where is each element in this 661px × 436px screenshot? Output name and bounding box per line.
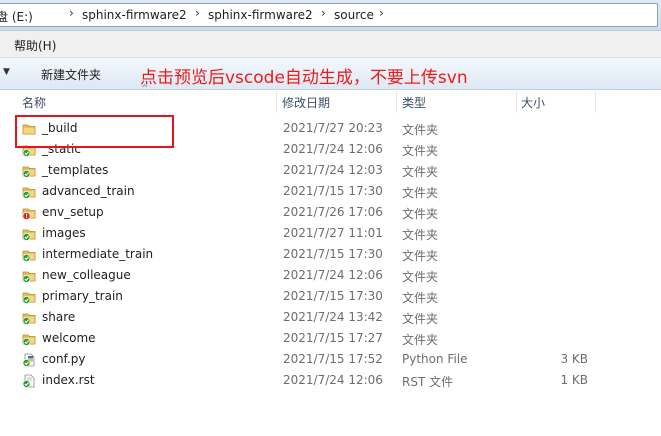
file-name[interactable]: advanced_train xyxy=(42,184,135,198)
svn-ok-folder-icon xyxy=(22,248,36,262)
file-row[interactable]: _templates 2021/7/24 12:03 文件夹 xyxy=(0,161,661,182)
column-divider[interactable] xyxy=(396,91,397,113)
column-divider[interactable] xyxy=(276,91,277,113)
file-name[interactable]: intermediate_train xyxy=(42,247,153,261)
file-modified-date: 2021/7/24 12:06 xyxy=(283,373,383,387)
svn-ok-file-icon xyxy=(22,374,36,388)
file-type: 文件夹 xyxy=(402,123,439,137)
file-row[interactable]: conf.py 2021/7/15 17:52 Python File 3 KB xyxy=(0,350,661,371)
svn-ok-folder-icon xyxy=(22,332,36,346)
file-type: 文件夹 xyxy=(402,249,439,263)
file-name[interactable]: conf.py xyxy=(42,352,85,366)
new-folder-button[interactable]: 新建文件夹 xyxy=(41,66,101,83)
file-modified-date: 2021/7/15 17:27 xyxy=(283,331,383,345)
column-divider[interactable] xyxy=(595,91,596,113)
file-name[interactable]: index.rst xyxy=(42,373,95,387)
column-header-date[interactable]: 修改日期 xyxy=(282,94,330,112)
svn-modified-folder-icon xyxy=(22,206,36,220)
highlight-annotation-box xyxy=(15,115,174,148)
svn-ok-folder-icon xyxy=(22,227,36,241)
breadcrumb-drive[interactable]: 盘 (E:) xyxy=(0,8,33,25)
file-name[interactable]: env_setup xyxy=(42,205,104,219)
file-row[interactable]: advanced_train 2021/7/15 17:30 文件夹 xyxy=(0,182,661,203)
file-modified-date: 2021/7/15 17:52 xyxy=(283,352,383,366)
file-type: Python File xyxy=(402,352,468,366)
file-name[interactable]: share xyxy=(42,310,75,324)
svn-ok-folder-icon xyxy=(22,164,36,178)
breadcrumb-folder-2[interactable]: sphinx-firmware2 xyxy=(208,8,313,22)
address-box[interactable]: 盘 (E:) › sphinx-firmware2 › sphinx-firmw… xyxy=(0,3,658,27)
file-type: 文件夹 xyxy=(402,333,439,347)
column-header-type[interactable]: 类型 xyxy=(402,94,426,112)
file-row[interactable]: env_setup 2021/7/26 17:06 文件夹 xyxy=(0,203,661,224)
breadcrumb-separator-icon[interactable]: › xyxy=(69,6,74,20)
file-row[interactable]: share 2021/7/24 13:42 文件夹 xyxy=(0,308,661,329)
file-modified-date: 2021/7/15 17:30 xyxy=(283,184,383,198)
file-type: 文件夹 xyxy=(402,312,439,326)
address-bar: 盘 (E:) › sphinx-firmware2 › sphinx-firmw… xyxy=(0,0,661,31)
column-header-size[interactable]: 大小 xyxy=(521,94,545,112)
breadcrumb-separator-icon[interactable]: › xyxy=(321,6,326,20)
svn-ok-folder-icon xyxy=(22,185,36,199)
file-modified-date: 2021/7/26 17:06 xyxy=(283,205,383,219)
svn-ok-folder-icon xyxy=(22,269,36,283)
file-size: 1 KB xyxy=(560,373,588,387)
svn-ok-folder-icon xyxy=(22,290,36,304)
file-row[interactable]: images 2021/7/27 11:01 文件夹 xyxy=(0,224,661,245)
file-row[interactable]: intermediate_train 2021/7/15 17:30 文件夹 xyxy=(0,245,661,266)
file-type: 文件夹 xyxy=(402,165,439,179)
file-name[interactable]: primary_train xyxy=(42,289,123,303)
file-type: 文件夹 xyxy=(402,270,439,284)
breadcrumb-folder-source[interactable]: source xyxy=(334,8,374,22)
toolbar-dropdown-arrow-icon[interactable]: ▼ xyxy=(3,67,10,77)
file-modified-date: 2021/7/27 20:23 xyxy=(283,121,383,135)
annotation-text: 点击预览后vscode自动生成，不要上传svn xyxy=(140,68,468,88)
file-row[interactable]: primary_train 2021/7/15 17:30 文件夹 xyxy=(0,287,661,308)
file-row[interactable]: welcome 2021/7/15 17:27 文件夹 xyxy=(0,329,661,350)
column-divider[interactable] xyxy=(516,91,517,113)
file-modified-date: 2021/7/15 17:30 xyxy=(283,247,383,261)
file-name[interactable]: _templates xyxy=(42,163,108,177)
breadcrumb-separator-icon[interactable]: › xyxy=(379,6,384,20)
file-name[interactable]: welcome xyxy=(42,331,96,345)
file-name[interactable]: new_colleague xyxy=(42,268,131,282)
file-row[interactable]: index.rst 2021/7/24 12:06 RST 文件 1 KB xyxy=(0,371,661,392)
menu-help[interactable]: 帮助(H) xyxy=(14,37,56,54)
file-type: 文件夹 xyxy=(402,207,439,221)
svn-ok-folder-icon xyxy=(22,311,36,325)
file-modified-date: 2021/7/24 12:06 xyxy=(283,268,383,282)
file-modified-date: 2021/7/24 12:06 xyxy=(283,142,383,156)
file-type: 文件夹 xyxy=(402,186,439,200)
svn-ok-python-file-icon xyxy=(22,353,36,367)
menu-bar: 帮助(H) xyxy=(0,31,661,58)
file-size: 3 KB xyxy=(560,352,588,366)
sort-ascending-icon: ^ xyxy=(141,84,149,94)
file-modified-date: 2021/7/15 17:30 xyxy=(283,289,383,303)
file-name[interactable]: images xyxy=(42,226,86,240)
column-header-name[interactable]: 名称 xyxy=(22,94,46,112)
file-type: 文件夹 xyxy=(402,144,439,158)
file-modified-date: 2021/7/24 12:03 xyxy=(283,163,383,177)
file-type: RST 文件 xyxy=(402,375,454,389)
file-type: 文件夹 xyxy=(402,291,439,305)
breadcrumb-folder-1[interactable]: sphinx-firmware2 xyxy=(82,8,187,22)
file-row[interactable]: new_colleague 2021/7/24 12:06 文件夹 xyxy=(0,266,661,287)
breadcrumb-separator-icon[interactable]: › xyxy=(195,6,200,20)
file-modified-date: 2021/7/24 13:42 xyxy=(283,310,383,324)
file-type: 文件夹 xyxy=(402,228,439,242)
file-modified-date: 2021/7/27 11:01 xyxy=(283,226,383,240)
